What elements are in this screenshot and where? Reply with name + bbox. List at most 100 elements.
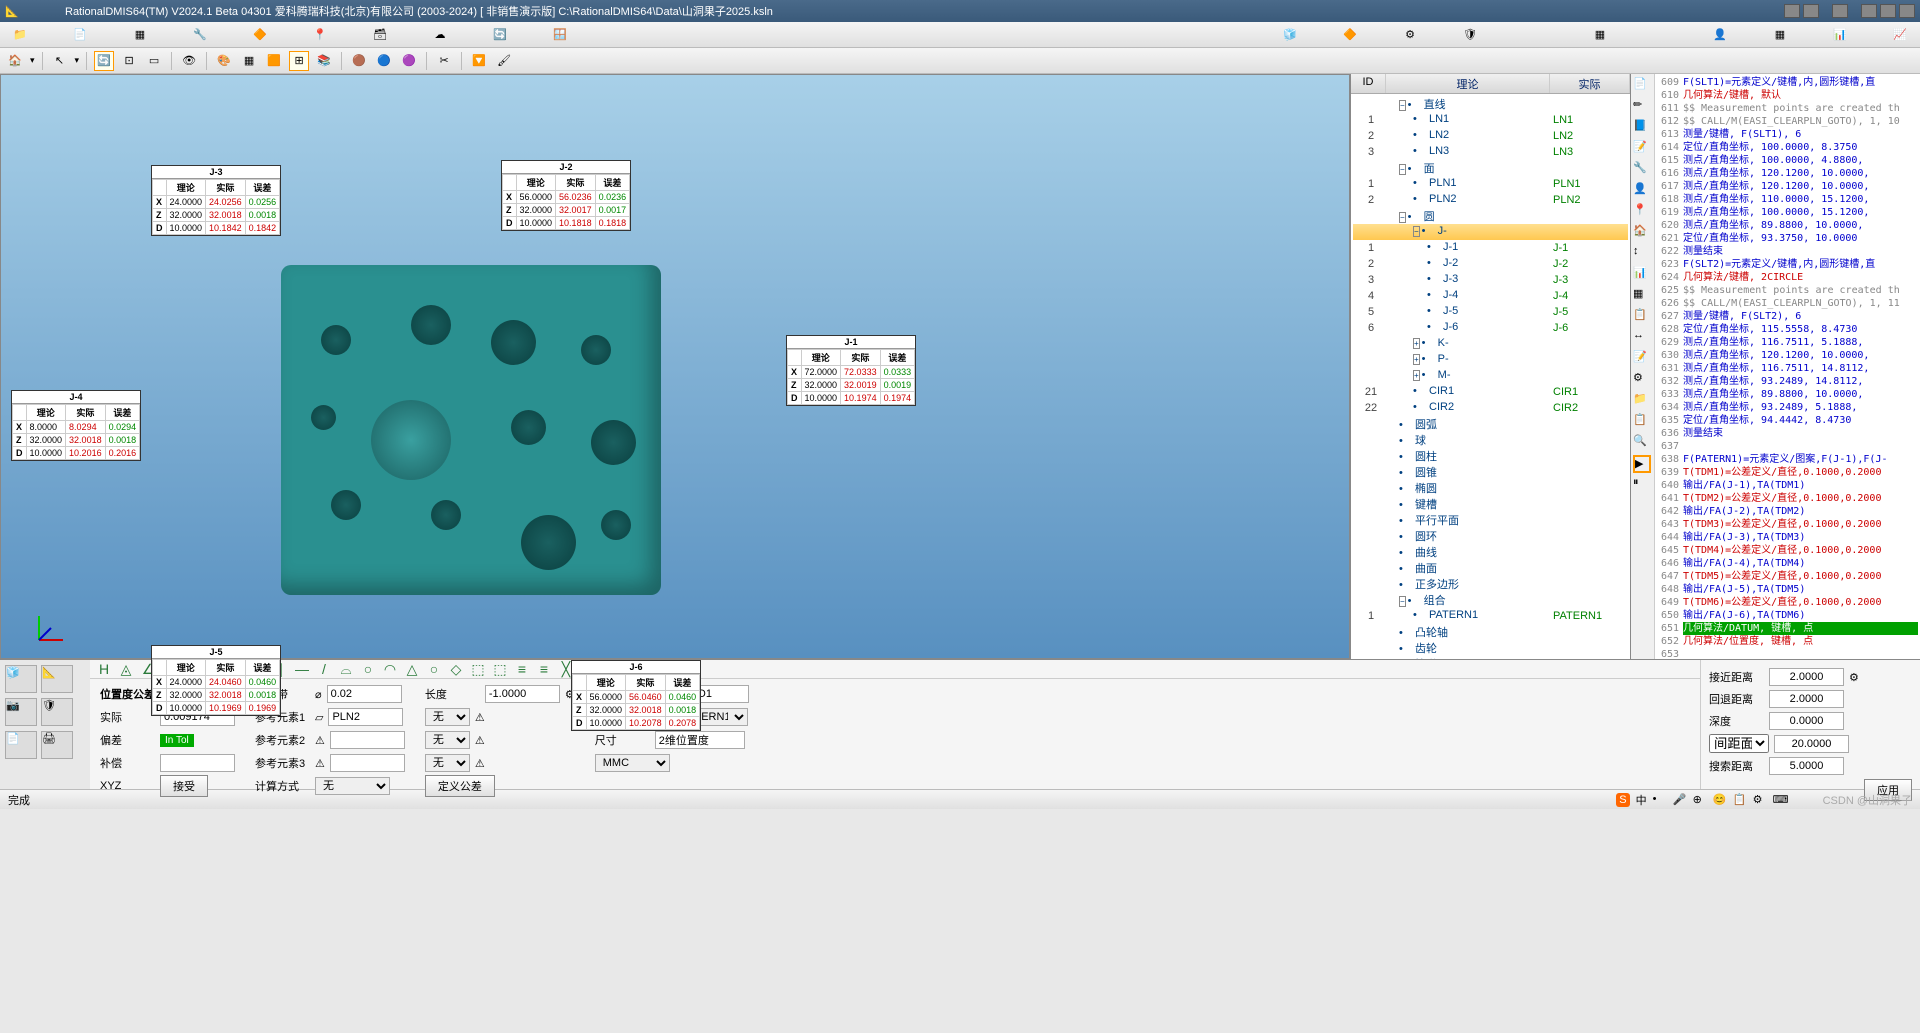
tree-item[interactable]: •正多边形 [1353,576,1628,592]
menu-window-icon[interactable]: 🪟 [550,26,570,44]
shade-icon[interactable]: 🟧 [264,51,284,71]
code-icon-15[interactable]: ⚙ [1633,371,1651,389]
color-icon[interactable]: 🎨 [214,51,234,71]
close-button[interactable] [1899,4,1915,18]
menu-r1-icon[interactable]: 🧊 [1280,26,1300,44]
search-input[interactable] [1769,757,1844,775]
fit-icon[interactable]: ⊡ [119,51,139,71]
tree-item[interactable]: •凸轮轴 [1353,624,1628,640]
tree-item[interactable]: •圆柱 [1353,448,1628,464]
code-icon-9[interactable]: ↕ [1633,245,1651,263]
none2-select[interactable]: 无 [425,731,470,749]
col-theory[interactable]: 理论 [1386,74,1550,93]
si-7-icon[interactable]: ⌨ [1773,793,1787,807]
callout-J-3[interactable]: J-3理论实际误差X24.000024.02560.0256Z32.000032… [151,165,281,236]
t2-icon[interactable]: 🔵 [374,51,394,71]
code-icon-20[interactable]: ⏸ [1633,476,1651,494]
tree-item[interactable]: 1•PATERN1PATERN1 [1353,608,1628,624]
tol-sym-14[interactable]: △ [403,660,421,678]
tol-sym-20[interactable]: ≡ [535,660,553,678]
depth-input[interactable] [1769,712,1844,730]
callout-J-1[interactable]: J-1理论实际误差X72.000072.03330.0333Z32.000032… [786,335,916,406]
tree-item[interactable]: •圆锥 [1353,464,1628,480]
tol-sym-12[interactable]: ○ [359,660,377,678]
callout-J-5[interactable]: J-5理论实际误差X24.000024.04600.0460Z32.000032… [151,645,281,716]
col-actual[interactable]: 实际 [1550,74,1630,93]
bi-print-icon[interactable]: 🖨 [41,731,73,759]
code-icon-13[interactable]: ↔ [1633,329,1651,347]
layout-button-1[interactable] [1784,4,1800,18]
warn4-icon[interactable]: ⚠ [475,734,485,747]
maximize-button[interactable] [1880,4,1896,18]
code-icon-4[interactable]: 📝 [1633,140,1651,158]
tree-item[interactable]: •键槽 [1353,496,1628,512]
tree-item[interactable]: −•J- [1353,224,1628,240]
code-icon-12[interactable]: 📋 [1633,308,1651,326]
tol-sym-17[interactable]: ⬚ [469,660,487,678]
layer-icon[interactable]: 📚 [314,51,334,71]
tree-item[interactable]: −•直线 [1353,96,1628,112]
menu-r7-icon[interactable]: ▦ [1770,26,1790,44]
clip-icon[interactable]: ✂ [434,51,454,71]
comp-input[interactable] [160,754,235,772]
spacing-select[interactable]: 间距面 [1709,734,1769,753]
code-icon-10[interactable]: 📊 [1633,266,1651,284]
code-editor[interactable]: 609F(SLT1)=元素定义/键槽,内,圆形键槽,直610几何算法/键槽, 默… [1655,74,1920,659]
si-5-icon[interactable]: 📋 [1733,793,1747,807]
ime-lang[interactable]: 中 [1636,792,1647,808]
tolband-input[interactable] [327,685,402,703]
code-icon-14[interactable]: 📝 [1633,350,1651,368]
approach-input[interactable] [1769,668,1844,686]
code-icon-6[interactable]: 👤 [1633,182,1651,200]
code-icon-19[interactable]: ▶ [1633,455,1651,473]
viewport-3d[interactable]: J-3理论实际误差X24.000024.02560.0256Z32.000032… [0,74,1350,659]
tree-item[interactable]: 22•CIR2CIR2 [1353,400,1628,416]
menu-r6-icon[interactable]: 👤 [1710,26,1730,44]
tree-item[interactable]: 1•LN1LN1 [1353,112,1628,128]
menu-tool-icon[interactable]: 🔧 [190,26,210,44]
code-icon-7[interactable]: 📍 [1633,203,1651,221]
code-icon-5[interactable]: 🔧 [1633,161,1651,179]
menu-r3-icon[interactable]: ⚙ [1400,26,1420,44]
tree-item[interactable]: •曲线 [1353,544,1628,560]
tree-item[interactable]: 3•LN3LN3 [1353,144,1628,160]
tree-item[interactable]: •齿轮 [1353,640,1628,656]
code-icon-8[interactable]: 🏠 [1633,224,1651,242]
tol-sym-0[interactable]: Н [95,660,113,678]
code-icon-16[interactable]: 📁 [1633,392,1651,410]
home-icon[interactable]: 🏠 [5,51,25,71]
si-4-icon[interactable]: 😊 [1713,793,1727,807]
size-input[interactable] [655,731,745,749]
tree-item[interactable]: 2•LN2LN2 [1353,128,1628,144]
menu-db-icon[interactable]: 🗃 [370,26,390,44]
menu-cloud-icon[interactable]: ☁ [430,26,450,44]
code-icon-18[interactable]: 🔍 [1633,434,1651,452]
none3-select[interactable]: 无 [425,754,470,772]
rect-icon[interactable]: ▭ [144,51,164,71]
tree-item[interactable]: 3•J-3J-3 [1353,272,1628,288]
tree-item[interactable]: •椭圆 [1353,480,1628,496]
minimize-button[interactable] [1861,4,1877,18]
t1-icon[interactable]: 🟤 [349,51,369,71]
tree-item[interactable]: •曲面 [1353,560,1628,576]
tree-item[interactable]: •球 [1353,432,1628,448]
menu-r4-icon[interactable]: 🛡 [1460,26,1480,44]
bi-cam-icon[interactable]: 📷 [5,698,37,726]
spacing-input[interactable] [1774,735,1849,753]
gear2-icon[interactable]: ⚙ [1849,671,1859,684]
tree-item[interactable]: +•P- [1353,352,1628,368]
filter-icon[interactable]: 🔽 [469,51,489,71]
si-1-icon[interactable]: • [1653,793,1667,807]
tree-item[interactable]: 21•CIR1CIR1 [1353,384,1628,400]
tree-item[interactable]: −•组合 [1353,592,1628,608]
menu-r8-icon[interactable]: 📊 [1830,26,1850,44]
t3-icon[interactable]: 🟣 [399,51,419,71]
tree-item[interactable]: +•K- [1353,336,1628,352]
tree-item[interactable]: −•面 [1353,160,1628,176]
grid2-icon[interactable]: ▦ [239,51,259,71]
tree-item[interactable]: 2•PLN2PLN2 [1353,192,1628,208]
ime-icon[interactable]: S [1616,793,1629,807]
tol-sym-13[interactable]: ◠ [381,660,399,678]
menu-file-icon[interactable]: 📁 [10,26,30,44]
brush-icon[interactable]: 🖌 [494,51,514,71]
